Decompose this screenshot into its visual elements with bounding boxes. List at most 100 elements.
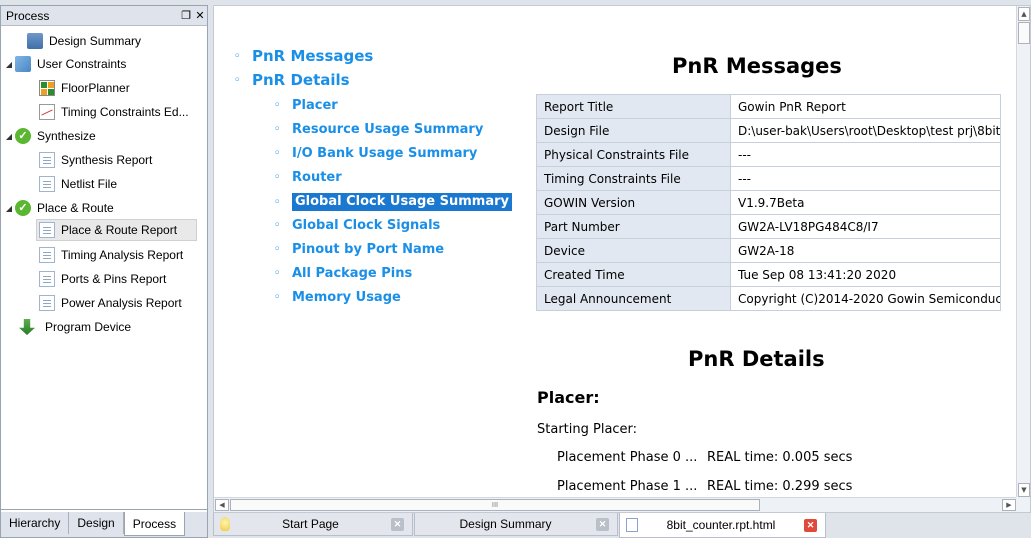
process-panel-title: Process [6, 8, 50, 23]
horizontal-scroll-thumb[interactable]: III [230, 499, 760, 511]
report-icon [39, 295, 55, 311]
placement-phase-time: REAL time: 0.005 secs [707, 450, 853, 465]
starting-placer-text: Starting Placer: [537, 422, 638, 437]
table-row: Design File D:\user-bak\Users\root\Deskto… [536, 118, 1001, 143]
tree-item-user-constraints[interactable]: ◢ User Constraints [3, 53, 126, 75]
vertical-scroll-thumb[interactable] [1018, 22, 1030, 44]
toc-link-router[interactable]: ◦ Router [274, 170, 342, 185]
tab-design[interactable]: Design [69, 512, 124, 534]
pin-icon[interactable]: ❐ [179, 9, 193, 22]
table-value-cell: Tue Sep 08 13:41:20 2020 [730, 262, 1001, 287]
expand-arrow-icon[interactable]: ◢ [3, 132, 15, 141]
timing-constraints-icon [39, 104, 55, 120]
start-page-icon [220, 517, 230, 531]
tab-design-summary[interactable]: Design Summary ✕ [414, 513, 618, 536]
user-constraints-icon [15, 56, 31, 72]
report-icon [39, 247, 55, 263]
expand-arrow-icon[interactable]: ◢ [3, 204, 15, 213]
floorplanner-icon [39, 80, 55, 96]
tree-item-label: Ports & Pins Report [61, 272, 167, 286]
report-icon [39, 271, 55, 287]
report-content: ◦ PnR Messages ◦ PnR Details ◦ Placer ◦ Reso… [214, 6, 1017, 498]
tree-item-place-route-report[interactable]: Place & Route Report [36, 219, 197, 241]
scroll-left-icon[interactable]: ◀ [215, 499, 229, 511]
tree-item-label: FloorPlanner [61, 81, 130, 95]
design-summary-icon [27, 33, 43, 49]
toc-link-pinout-by-port[interactable]: ◦ Pinout by Port Name [274, 242, 444, 257]
close-tab-icon[interactable]: ✕ [804, 518, 817, 532]
tree-item-place-route[interactable]: ◢ ✓ Place & Route [3, 197, 114, 219]
tree-item-label: Power Analysis Report [61, 296, 182, 310]
toc-link-all-package-pins[interactable]: ◦ All Package Pins [274, 266, 412, 281]
toc-link-placer[interactable]: ◦ Placer [274, 98, 338, 113]
placement-phase-name: Placement Phase 0 ... [557, 450, 698, 465]
horizontal-scrollbar[interactable]: ◀ III ▶ [214, 497, 1017, 512]
process-panel: Process ❐ ✕ Design Summary ◢ User Constr… [0, 5, 208, 538]
tree-item-label: Place & Route [37, 201, 114, 215]
scroll-down-icon[interactable]: ▼ [1018, 483, 1030, 497]
tree-item-timing-constraints[interactable]: Timing Constraints Ed... [39, 101, 189, 123]
table-key-cell: Part Number [536, 214, 731, 239]
close-icon[interactable]: ✕ [193, 9, 207, 22]
panel-tabs: Hierarchy Design Process [1, 512, 207, 537]
vertical-scrollbar[interactable]: ▲ ▼ [1016, 6, 1030, 498]
pnr-messages-heading: PnR Messages [672, 54, 842, 78]
table-value-cell: V1.9.7Beta [730, 190, 1001, 215]
tree-item-label: Synthesis Report [61, 153, 153, 167]
toc-link-pnr-details[interactable]: ◦ PnR Details [234, 71, 350, 89]
file-icon [39, 176, 55, 192]
table-value-cell: --- [730, 166, 1001, 191]
check-icon: ✓ [15, 200, 31, 216]
process-panel-header: Process ❐ ✕ [1, 6, 207, 26]
table-key-cell: GOWIN Version [536, 190, 731, 215]
tree-item-floorplanner[interactable]: FloorPlanner [39, 77, 130, 99]
tab-process[interactable]: Process [123, 512, 186, 536]
scroll-right-icon[interactable]: ▶ [1002, 499, 1016, 511]
placer-heading: Placer: [537, 388, 600, 407]
table-key-cell: Created Time [536, 262, 731, 287]
toc-link-memory-usage[interactable]: ◦ Memory Usage [274, 290, 401, 305]
table-row: GOWIN Version V1.9.7Beta [536, 190, 1001, 215]
close-tab-icon[interactable]: ✕ [596, 517, 609, 531]
table-row: Physical Constraints File --- [536, 142, 1001, 167]
tree-item-program-device[interactable]: Program Device [19, 316, 131, 338]
table-key-cell: Legal Announcement [536, 286, 731, 311]
editor-tabs: Start Page ✕ Design Summary ✕ 8bit_count… [213, 513, 1031, 538]
tree-item-netlist-file[interactable]: Netlist File [39, 173, 117, 195]
toc-link-resource-usage[interactable]: ◦ Resource Usage Summary [274, 122, 483, 137]
close-tab-icon[interactable]: ✕ [391, 517, 404, 531]
toc-link-io-bank-usage[interactable]: ◦ I/O Bank Usage Summary [274, 146, 477, 161]
table-row: Report Title Gowin PnR Report [536, 94, 1001, 119]
table-key-cell: Physical Constraints File [536, 142, 731, 167]
tree-item-power-analysis-report[interactable]: Power Analysis Report [39, 292, 182, 314]
tree-item-label: Place & Route Report [61, 223, 178, 237]
tree-item-synthesize[interactable]: ◢ ✓ Synthesize [3, 125, 96, 147]
tree-item-label: User Constraints [37, 57, 127, 71]
table-value-cell: Copyright (C)2014-2020 Gowin Semiconduct… [730, 286, 1001, 311]
tree-item-label: Design Summary [49, 34, 142, 48]
report-view: ◦ PnR Messages ◦ PnR Details ◦ Placer ◦ Reso… [213, 5, 1031, 513]
toc-link-global-clock-usage[interactable]: ◦ Global Clock Usage Summary [274, 193, 513, 211]
program-device-icon [19, 319, 35, 335]
tree-item-design-summary[interactable]: Design Summary [15, 30, 141, 52]
table-value-cell: D:\user-bak\Users\root\Desktop\test prj\… [730, 118, 1001, 143]
table-value-cell: GW2A-LV18PG484C8/I7 [730, 214, 1001, 239]
expand-arrow-icon[interactable]: ◢ [3, 60, 15, 69]
toc-link-global-clock-signals[interactable]: ◦ Global Clock Signals [274, 218, 440, 233]
tree-item-ports-pins-report[interactable]: Ports & Pins Report [39, 268, 166, 290]
toc-link-pnr-messages[interactable]: ◦ PnR Messages [234, 47, 373, 65]
tree-item-label: Program Device [45, 320, 132, 334]
tree-item-label: Timing Constraints Ed... [61, 105, 189, 119]
scroll-up-icon[interactable]: ▲ [1018, 7, 1030, 21]
tab-start-page[interactable]: Start Page ✕ [213, 513, 413, 536]
tab-hierarchy[interactable]: Hierarchy [1, 512, 70, 534]
tree-item-label: Netlist File [61, 177, 118, 191]
tab-8bit-counter-rpt[interactable]: 8bit_counter.rpt.html ✕ [619, 513, 826, 538]
table-row: Legal Announcement Copyright (C)2014-2020… [536, 286, 1001, 311]
table-key-cell: Design File [536, 118, 731, 143]
html-file-icon [626, 518, 638, 532]
tree-item-timing-analysis-report[interactable]: Timing Analysis Report [39, 244, 183, 266]
pnr-details-heading: PnR Details [688, 347, 825, 371]
tree-item-synthesis-report[interactable]: Synthesis Report [39, 149, 152, 171]
pnr-messages-table: Report Title Gowin PnR Report Design File… [536, 94, 1001, 311]
